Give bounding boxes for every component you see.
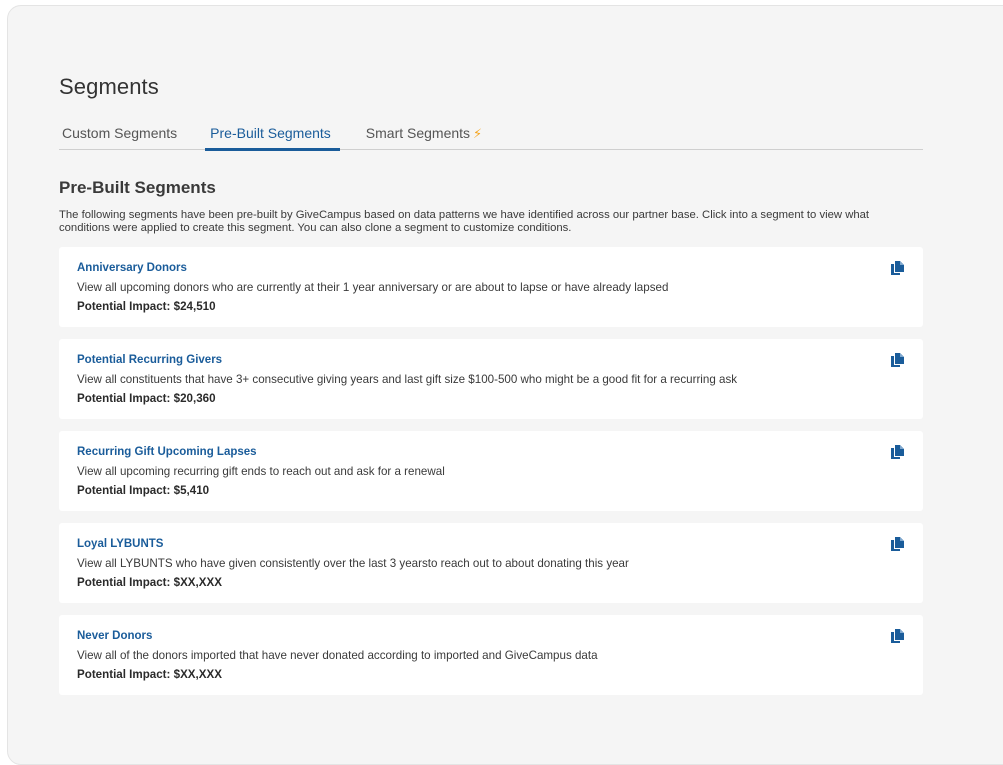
copy-icon[interactable] xyxy=(889,260,905,276)
section-description: The following segments have been pre-bui… xyxy=(59,209,870,234)
copy-icon[interactable] xyxy=(889,536,905,552)
segment-card: Never Donors View all of the donors impo… xyxy=(59,615,923,695)
segment-impact: Potential Impact: $XX,XXX xyxy=(77,576,222,589)
segment-list: Anniversary Donors View all upcoming don… xyxy=(59,247,923,707)
segment-description: View all constituents that have 3+ conse… xyxy=(77,373,738,386)
page-title: Segments xyxy=(59,74,159,99)
segment-title-link[interactable]: Loyal LYBUNTS xyxy=(77,538,905,550)
segment-title-link[interactable]: Anniversary Donors xyxy=(77,262,905,274)
segment-title-link[interactable]: Never Donors xyxy=(77,630,905,642)
tab-label: Pre-Built Segments xyxy=(210,125,331,141)
segment-title-link[interactable]: Recurring Gift Upcoming Lapses xyxy=(77,446,905,458)
tab-smart-segments[interactable]: Smart Segments ⚡ xyxy=(363,121,485,150)
segment-impact: Potential Impact: $5,410 xyxy=(77,484,210,497)
tab-custom-segments[interactable]: Custom Segments xyxy=(59,121,180,150)
segment-card: Potential Recurring Givers View all cons… xyxy=(59,339,923,419)
copy-icon[interactable] xyxy=(889,444,905,460)
segment-description: View all LYBUNTS who have given consiste… xyxy=(77,557,629,570)
tab-label: Smart Segments xyxy=(365,125,471,141)
segment-impact: Potential Impact: $24,510 xyxy=(77,300,216,313)
segment-impact: Potential Impact: $XX,XXX xyxy=(77,668,222,681)
segment-card: Anniversary Donors View all upcoming don… xyxy=(59,247,923,327)
segment-title-link[interactable]: Potential Recurring Givers xyxy=(77,354,905,366)
lightning-bolt-icon: ⚡ xyxy=(473,126,483,141)
copy-icon[interactable] xyxy=(889,628,905,644)
segment-card: Loyal LYBUNTS View all LYBUNTS who have … xyxy=(59,523,923,603)
segment-card: Recurring Gift Upcoming Lapses View all … xyxy=(59,431,923,511)
segment-tabs: Custom Segments Pre-Built Segments Smart… xyxy=(59,121,923,151)
segment-description: View all upcoming donors who are current… xyxy=(77,281,669,294)
tab-label: Custom Segments xyxy=(62,125,178,141)
main-panel: Segments Custom Segments Pre-Built Segme… xyxy=(7,5,1003,765)
section-title: Pre-Built Segments xyxy=(59,178,216,197)
copy-icon[interactable] xyxy=(889,352,905,368)
segment-description: View all upcoming recurring gift ends to… xyxy=(77,465,445,478)
segment-impact: Potential Impact: $20,360 xyxy=(77,392,216,405)
tab-pre-built-segments[interactable]: Pre-Built Segments xyxy=(205,121,340,151)
segment-description: View all of the donors imported that hav… xyxy=(77,649,598,662)
